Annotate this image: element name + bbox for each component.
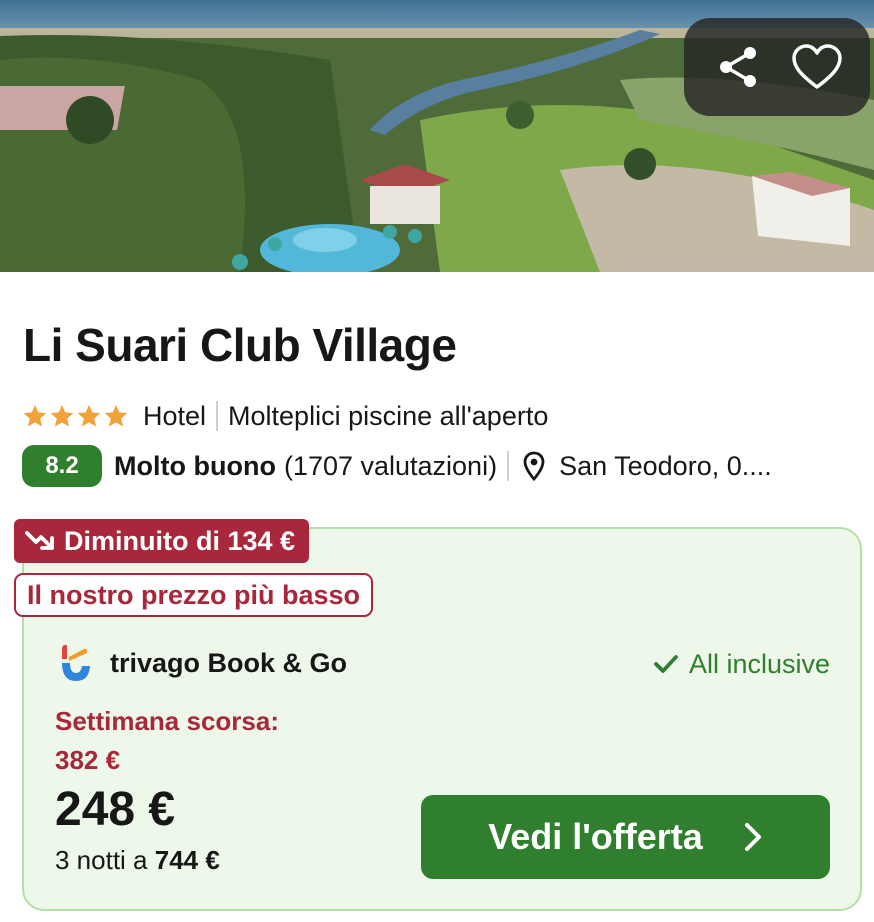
divider [507, 451, 510, 481]
last-week-label: Settimana scorsa: [55, 706, 279, 736]
review-count[interactable]: (1707 valutazioni) [284, 451, 497, 482]
offer-provider: trivago Book & Go [56, 640, 347, 686]
star-icon [23, 404, 47, 427]
location-pin-icon [523, 451, 545, 481]
share-button[interactable] [708, 37, 768, 97]
total-price-line: 3 notti a 744 € [55, 845, 220, 876]
favorite-button[interactable] [787, 37, 847, 97]
hotel-meta: Hotel Molteplici piscine all'aperto [22, 396, 548, 436]
price-drop-text: Diminuito di 134 € [64, 525, 296, 556]
total-price: 744 € [154, 845, 220, 875]
view-offer-button[interactable]: Vedi l'offerta [421, 795, 830, 879]
old-price: 382 € [55, 745, 121, 775]
hotel-name[interactable]: Li Suari Club Village [23, 318, 457, 372]
share-icon [719, 47, 756, 87]
divider [216, 401, 219, 431]
provider-name: trivago Book & Go [110, 647, 348, 678]
star-icon [77, 404, 101, 427]
nights-prefix: 3 notti a [55, 845, 148, 875]
heart-icon [791, 44, 842, 89]
chevron-right-icon [744, 823, 761, 851]
board-type: All inclusive [653, 642, 830, 686]
star-icon [104, 404, 128, 427]
star-icon [50, 404, 74, 427]
star-rating [22, 403, 129, 429]
check-icon [654, 655, 678, 673]
current-price: 248 € [55, 783, 176, 836]
lowest-price-badge: Il nostro prezzo più basso [14, 573, 374, 617]
price-drop-badge: Diminuito di 134 € [14, 519, 310, 563]
hotel-location[interactable]: San Teodoro, 0.... [559, 451, 772, 482]
rating-row: 8.2 Molto buono (1707 valutazioni) San T… [22, 444, 867, 488]
trend-down-icon [25, 531, 54, 550]
hotel-photo[interactable] [0, 0, 874, 272]
hotel-type: Hotel [143, 400, 207, 431]
hotel-feature: Molteplici piscine all'aperto [228, 400, 549, 431]
photo-actions [684, 18, 870, 116]
rating-score-badge[interactable]: 8.2 [22, 445, 102, 487]
rating-label: Molto buono [114, 450, 276, 481]
view-offer-label: Vedi l'offerta [488, 816, 703, 857]
trivago-logo-icon [62, 644, 90, 681]
board-type-label: All inclusive [688, 648, 830, 679]
